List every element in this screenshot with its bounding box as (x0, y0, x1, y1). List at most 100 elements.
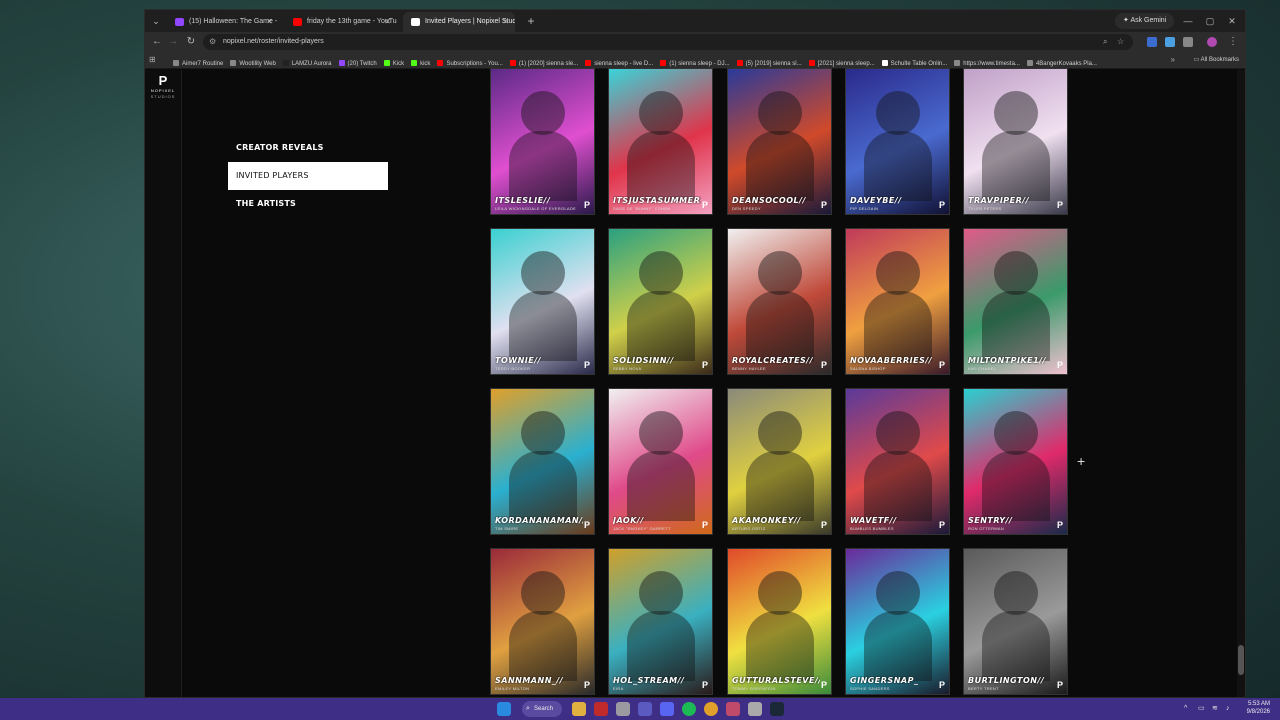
steam-icon[interactable] (770, 702, 784, 716)
player-name: BURTLINGTON// (968, 676, 1045, 685)
reload-icon[interactable]: ↻ (183, 34, 199, 50)
back-arrow-icon[interactable]: ← (149, 34, 165, 50)
browser-tab[interactable]: friday the 13th game - YouTube ✕ (285, 12, 397, 32)
player-card[interactable]: AKAMONKEY//ARTURO ORTIZ P (727, 388, 832, 535)
tab-close-icon[interactable]: ✕ (502, 12, 509, 32)
extension-icon[interactable] (1165, 37, 1175, 47)
player-card[interactable]: JAOK//JACK "SMOKEY" GARRETT P (608, 388, 713, 535)
address-bar[interactable]: ⚙ nopixel.net/roster/invited-players ⌕ ☆ (203, 34, 1133, 50)
portrait-body (627, 131, 695, 201)
bookmark-item[interactable]: Aimer7 Routine (173, 56, 223, 68)
wifi-icon[interactable]: ≋ (1212, 703, 1218, 715)
all-bookmarks-label: All Bookmarks (1200, 57, 1239, 63)
app-icon[interactable] (726, 702, 740, 716)
system-clock[interactable]: 5:53 AM 9/8/2026 (1247, 700, 1270, 716)
chrome-icon[interactable] (704, 702, 718, 716)
player-card[interactable]: SOLIDSINN//SEBBY NOVA P (608, 228, 713, 375)
bookmark-favicon-icon (509, 60, 516, 67)
maximize-icon[interactable]: ▢ (1201, 13, 1219, 29)
volume-icon[interactable]: ♪ (1226, 703, 1230, 715)
player-card[interactable]: MILTONTPIKE1//KIKI CHANEL P (963, 228, 1068, 375)
taskbar-search-button[interactable]: ⌕ Search (522, 701, 562, 717)
player-card[interactable]: GUTTURALSTEVE//TOMMY GREENFEIN P (727, 548, 832, 695)
zoom-icon[interactable]: ⌕ (1103, 34, 1107, 50)
bookmark-favicon-icon (173, 60, 179, 67)
app-icon[interactable] (594, 702, 608, 716)
bookmark-star-icon[interactable]: ☆ (1117, 34, 1124, 50)
close-icon[interactable]: ✕ (1223, 13, 1241, 29)
portrait-body (982, 451, 1050, 521)
nav-item-invited-players[interactable]: INVITED PLAYERS (228, 162, 388, 190)
profile-avatar[interactable] (1207, 37, 1217, 47)
ask-gemini-button[interactable]: ✦ Ask Gemini (1115, 13, 1175, 29)
player-card[interactable]: WAVETF//BUMBLES BUMBLES P (845, 388, 950, 535)
tray-chevron-icon[interactable]: ^ (1184, 703, 1187, 715)
portrait-head (758, 251, 802, 295)
minimize-icon[interactable]: — (1179, 13, 1197, 29)
nopixel-logo[interactable]: P NOPIXEL STUDIOS (149, 74, 177, 100)
windows-start-icon[interactable] (497, 702, 511, 716)
portrait-body (509, 451, 577, 521)
nav-item-the-artists[interactable]: THE ARTISTS (228, 190, 388, 218)
tab-close-icon[interactable]: ✕ (384, 12, 391, 32)
player-card[interactable]: ITSJUSTASUMMERGIRLSAGE DE "BUNNY" COHEN P (608, 68, 713, 215)
character-name: SEBBY NOVA (613, 366, 642, 371)
player-card[interactable]: SENTRY//RON OTTERMAN P (963, 388, 1068, 535)
player-card[interactable]: DAVEYBE//PIP DELGAIN P (845, 68, 950, 215)
player-name: ITSLESLIE// (495, 196, 551, 205)
settings-gear-icon[interactable] (748, 702, 762, 716)
character-name: SAGE DE "BUNNY" COHEN (613, 206, 671, 211)
page-scrollbar[interactable] (1237, 70, 1245, 697)
player-card[interactable]: GINGERSNAP_ SOPHIE SANDERS P (845, 548, 950, 695)
player-card[interactable]: ROYALCREATES//BENNY HAYLEE P (727, 228, 832, 375)
page-content: P NOPIXEL STUDIOS CREATOR REVEALS INVITED… (145, 68, 1245, 697)
extension-icon[interactable] (1147, 37, 1157, 47)
extensions-puzzle-icon[interactable] (1183, 37, 1193, 47)
bookmark-item[interactable]: Wootility Web (230, 56, 276, 68)
player-card[interactable]: HOL_STREAM//EIRA P (608, 548, 713, 695)
nav-item-creator-reveals[interactable]: CREATOR REVEALS (228, 134, 388, 162)
portrait-head (521, 411, 565, 455)
menu-kebab-icon[interactable]: ⋮ (1225, 34, 1241, 50)
discord-icon[interactable] (660, 702, 674, 716)
tab-search-icon[interactable]: ⌄ (149, 14, 163, 28)
nopixel-badge-icon: P (583, 520, 590, 530)
portrait-body (864, 291, 932, 361)
bookmark-item[interactable]: LAMZU Aurora (282, 56, 332, 68)
player-card[interactable]: KORDANANAMAN//TIM SMIRE P (490, 388, 595, 535)
browser-tab[interactable]: Invited Players | Nopixel Studio ✕ (403, 12, 515, 32)
site-info-icon[interactable]: ⚙ (209, 34, 216, 50)
player-card[interactable]: NOVAABERRIES//SALENA BISHOP P (845, 228, 950, 375)
bookmark-item[interactable]: (20) Twitch (338, 56, 377, 68)
tab-close-icon[interactable]: ✕ (266, 12, 273, 32)
file-explorer-icon[interactable] (572, 702, 586, 716)
app-icon[interactable] (638, 702, 652, 716)
character-name: PIP DELGAIN (850, 206, 879, 211)
scrollbar-thumb[interactable] (1238, 645, 1244, 675)
player-card[interactable]: SANNMANN_//EMILEY MILTON P (490, 548, 595, 695)
player-card[interactable]: DEANSOCOOL//DEN SPEEDY P (727, 68, 832, 215)
nopixel-badge-icon: P (820, 680, 827, 690)
network-icon[interactable]: ▭ (1198, 703, 1205, 715)
new-tab-icon[interactable]: + (523, 13, 539, 29)
tab-bar: ⌄ (15) Halloween: The Game - Tw ✕ friday t… (145, 10, 1245, 32)
app-icon[interactable] (616, 702, 630, 716)
bookmark-label: (1) [2020] sienna sle... (518, 61, 579, 67)
nopixel-badge-icon: P (1056, 200, 1063, 210)
player-card[interactable]: TRAVPIPER//TYLER PETERS P (963, 68, 1068, 215)
spotify-icon[interactable] (682, 702, 696, 716)
player-card[interactable]: TOWNIE//TEDDY BOOKER P (490, 228, 595, 375)
player-card[interactable]: ITSLESLIE//LEILA WICKINGDALE OF EVERGLAD… (490, 68, 595, 215)
portrait-body (627, 451, 695, 521)
player-card[interactable]: BURTLINGTON//BERTY TRENT P (963, 548, 1068, 695)
bookmark-item[interactable]: Kick (383, 56, 404, 68)
search-icon: ⌕ (526, 705, 530, 712)
player-name: DAVEYBE// (850, 196, 902, 205)
forward-arrow-icon[interactable]: → (165, 34, 181, 50)
apps-grid-icon[interactable]: ⊞ (149, 52, 156, 68)
all-bookmarks-button[interactable]: ▭ All Bookmarks (1194, 52, 1239, 68)
bookmark-item[interactable]: kick (411, 56, 430, 68)
player-name: SENTRY// (968, 516, 1013, 525)
browser-tab[interactable]: (15) Halloween: The Game - Tw ✕ (167, 12, 279, 32)
more-bookmarks-icon[interactable]: » (1171, 52, 1175, 68)
